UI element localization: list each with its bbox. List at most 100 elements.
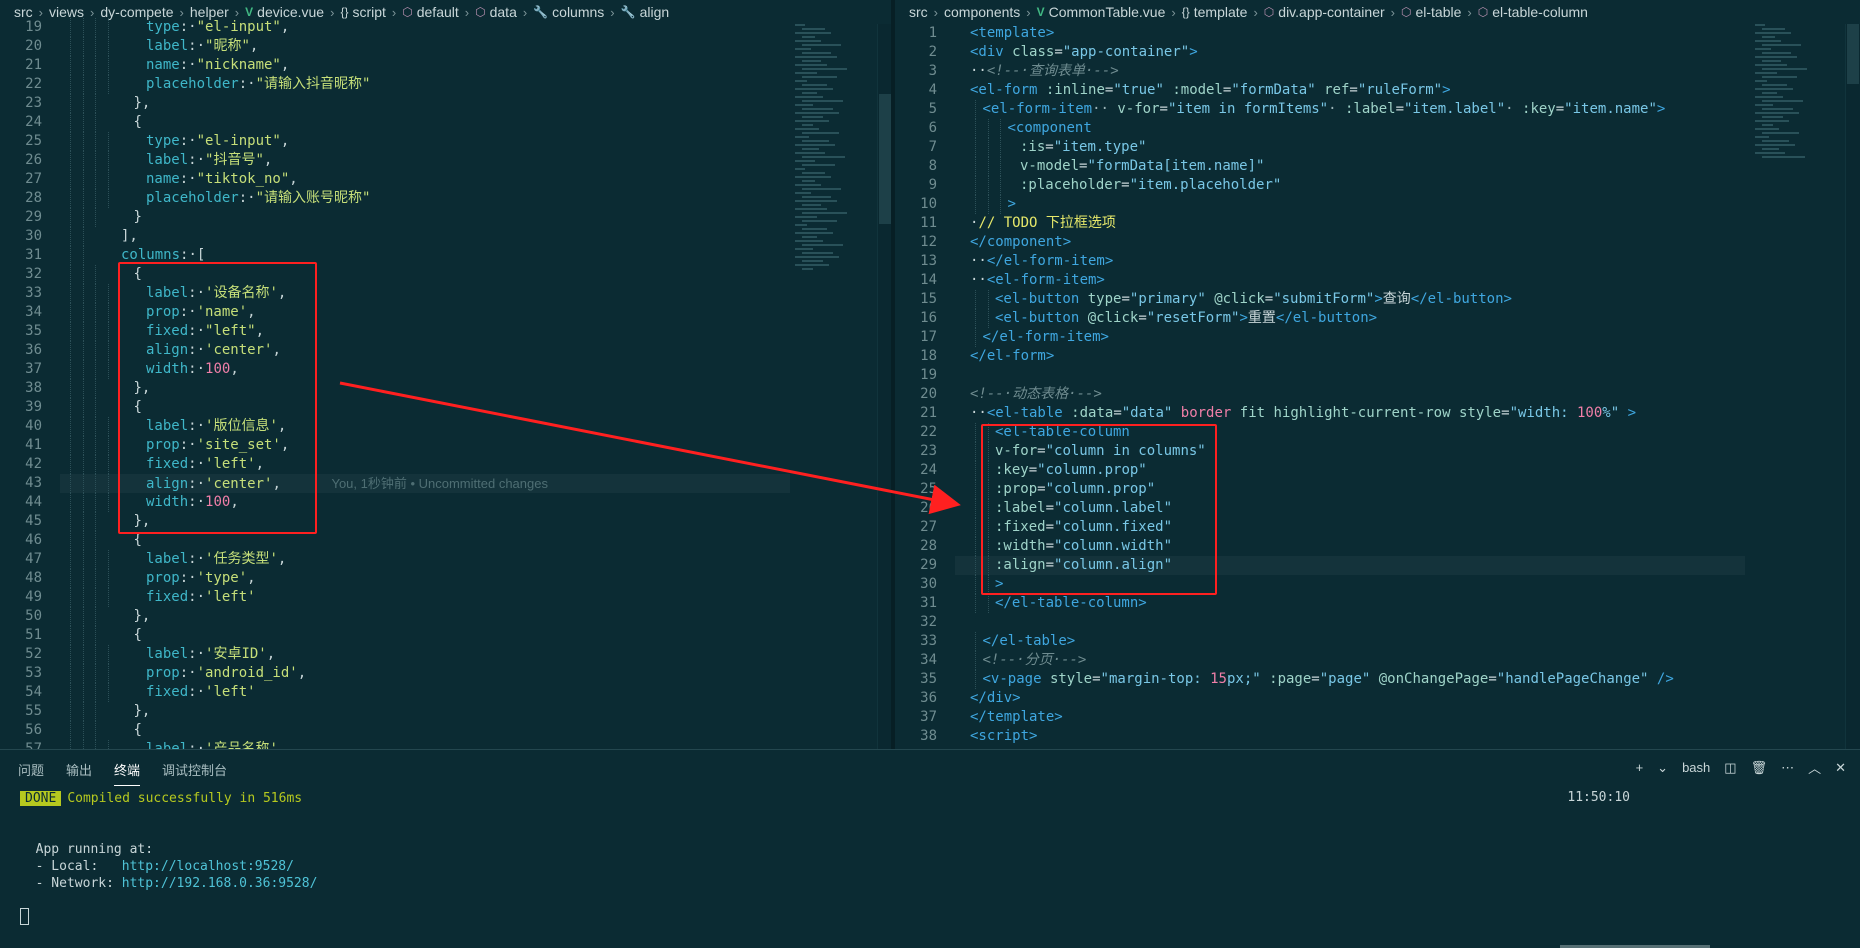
code-line[interactable]: 48 prop:·'type',: [0, 569, 891, 588]
code-line[interactable]: 52 label:·'安卓ID',: [0, 645, 891, 664]
split-terminal-icon[interactable]: ◫: [1724, 760, 1736, 776]
module-icon: ⬡: [1477, 5, 1489, 19]
scrollbar[interactable]: [1845, 24, 1860, 749]
terminal-shell-label[interactable]: bash: [1682, 760, 1710, 775]
code-line[interactable]: 3 ··<!--·查询表单·-->: [895, 62, 1860, 81]
indent-guide: [975, 518, 976, 537]
code-line[interactable]: 19 type:·"el-input",: [0, 18, 891, 37]
code-line[interactable]: 50},: [0, 607, 891, 626]
code-line[interactable]: 13 ··</el-form-item>: [895, 252, 1860, 271]
panel-tab[interactable]: 输出: [66, 760, 92, 786]
chevron-right-icon: ›: [1467, 4, 1472, 20]
panel-tab[interactable]: 调试控制台: [162, 760, 227, 786]
code-line[interactable]: 9:placeholder="item.placeholder": [895, 176, 1860, 195]
code-line[interactable]: 30],: [0, 227, 891, 246]
scrollbar[interactable]: [877, 24, 891, 749]
code-line[interactable]: 6 <component: [895, 119, 1860, 138]
code-line[interactable]: 5 <el-form-item·· v-for="item in formItem…: [895, 100, 1860, 119]
breadcrumb-item[interactable]: {} template: [1182, 4, 1248, 20]
code-line[interactable]: 54 fixed:·'left': [0, 683, 891, 702]
indent-guide: [95, 94, 96, 113]
code-line[interactable]: 20 <!--·动态表格·-->: [895, 385, 1860, 404]
line-number: 27: [920, 519, 937, 535]
network-url-link[interactable]: http://192.168.0.36:9528/: [122, 876, 318, 891]
minimap[interactable]: [795, 24, 855, 324]
minimap-line: [802, 212, 847, 214]
code-line[interactable]: 20 label:·"昵称",: [0, 37, 891, 56]
indent-guide: [82, 379, 84, 398]
code-line[interactable]: 51 {: [0, 626, 891, 645]
indent-guide: [975, 594, 976, 613]
breadcrumb-item[interactable]: ⬡ el-table-column: [1478, 4, 1588, 20]
code-line[interactable]: 2 <div class="app-container">: [895, 43, 1860, 62]
code-line[interactable]: 36 </div>: [895, 689, 1860, 708]
code-line[interactable]: 23},: [0, 94, 891, 113]
trash-icon[interactable]: 🗑: [1751, 760, 1768, 776]
more-icon[interactable]: ⋯: [1781, 760, 1794, 776]
terminal-output[interactable]: DONE Compiled successfully in 516ms App r…: [20, 790, 1860, 892]
panel-tab[interactable]: 终端: [114, 760, 141, 786]
chevron-down-icon[interactable]: ⌄: [1657, 760, 1668, 776]
code-line[interactable]: 18 </el-form>: [895, 347, 1860, 366]
maximize-panel-icon[interactable]: ︿: [1808, 758, 1821, 777]
minimap-line: [795, 88, 833, 90]
breadcrumb-item[interactable]: ⬡ div.app-container: [1264, 4, 1385, 20]
code-line[interactable]: 21 ··<el-table :data="data" border fit hi…: [895, 404, 1860, 423]
code-line[interactable]: 16 <el-button @click="resetForm">重置</el-b…: [895, 309, 1860, 328]
breadcrumb-item[interactable]: ⬡ el-table: [1401, 4, 1461, 20]
minimap-line: [802, 164, 835, 166]
code-line[interactable]: 28 placeholder:·"请输入账号昵称": [0, 189, 891, 208]
breadcrumb-item[interactable]: src: [909, 4, 928, 20]
code-line[interactable]: 31 </el-table-column>: [895, 594, 1860, 613]
right-editor-pane[interactable]: src › components › V CommonTable.vue › {} templa…: [895, 0, 1860, 749]
minimap[interactable]: [1755, 24, 1815, 324]
line-number: 19: [25, 19, 42, 35]
code-line[interactable]: 32: [895, 613, 1860, 632]
code-line[interactable]: 1 <template>: [895, 24, 1860, 43]
code-line[interactable]: 10 >: [895, 195, 1860, 214]
indent-guide: [70, 18, 71, 37]
minimap-line: [795, 104, 813, 106]
breadcrumb-item[interactable]: components: [944, 4, 1020, 20]
code-line[interactable]: 7:is="item.type": [895, 138, 1860, 157]
code-line[interactable]: 11 ·// TODO 下拉框选项: [895, 214, 1860, 233]
code-line[interactable]: 33 </el-table>: [895, 632, 1860, 651]
scrollbar-thumb[interactable]: [879, 94, 891, 224]
code-line[interactable]: 15 <el-button type="primary" @click="subm…: [895, 290, 1860, 309]
indent-guide: [975, 499, 976, 518]
code-line[interactable]: 17 </el-form-item>: [895, 328, 1860, 347]
code-line[interactable]: 37 </template>: [895, 708, 1860, 727]
code-line[interactable]: 53 prop:·'android_id',: [0, 664, 891, 683]
code-line[interactable]: 47 label:·'任务类型',: [0, 550, 891, 569]
terminal-cursor[interactable]: [20, 908, 29, 925]
code-line[interactable]: 8 v-model="formData[item.name]": [895, 157, 1860, 176]
line-number: 48: [25, 570, 42, 586]
code-line[interactable]: 38 <script>: [895, 727, 1860, 746]
code-line[interactable]: 19: [895, 366, 1860, 385]
code-line[interactable]: 35 <v-page style="margin-top: 15px;" :pag…: [895, 670, 1860, 689]
code-line[interactable]: 21 name:·"nickname",: [0, 56, 891, 75]
scrollbar-thumb[interactable]: [1847, 24, 1859, 84]
code-line[interactable]: 12 </component>: [895, 233, 1860, 252]
close-icon[interactable]: ✕: [1835, 760, 1846, 776]
indent-guide: [107, 189, 109, 208]
code-line[interactable]: 14 ··<el-form-item>: [895, 271, 1860, 290]
code-area[interactable]: 1 <template> 2 <div class="app-container"> 3…: [895, 24, 1860, 749]
code-line[interactable]: 34 <!--·分页·-->: [895, 651, 1860, 670]
code-line[interactable]: 49 fixed:·'left': [0, 588, 891, 607]
code-line[interactable]: 57 label:·'产品名称',: [0, 740, 891, 749]
code-line[interactable]: 4 <el-form :inline="true" :model="formDat…: [895, 81, 1860, 100]
line-number: 2: [928, 44, 937, 60]
code-line[interactable]: 56 {: [0, 721, 891, 740]
code-line[interactable]: 22 placeholder:·"请输入抖音昵称": [0, 75, 891, 94]
code-line[interactable]: 25 type:·"el-input",: [0, 132, 891, 151]
code-line[interactable]: 29}: [0, 208, 891, 227]
local-url-link[interactable]: http://localhost:9528/: [122, 859, 294, 874]
add-terminal-button[interactable]: +: [1636, 760, 1644, 775]
code-line[interactable]: 24 {: [0, 113, 891, 132]
code-line[interactable]: 26 label:·"抖音号",: [0, 151, 891, 170]
code-line[interactable]: 55},: [0, 702, 891, 721]
code-line[interactable]: 27 name:·"tiktok_no",: [0, 170, 891, 189]
breadcrumb-item[interactable]: V CommonTable.vue: [1037, 4, 1166, 20]
panel-tab[interactable]: 问题: [18, 760, 44, 786]
